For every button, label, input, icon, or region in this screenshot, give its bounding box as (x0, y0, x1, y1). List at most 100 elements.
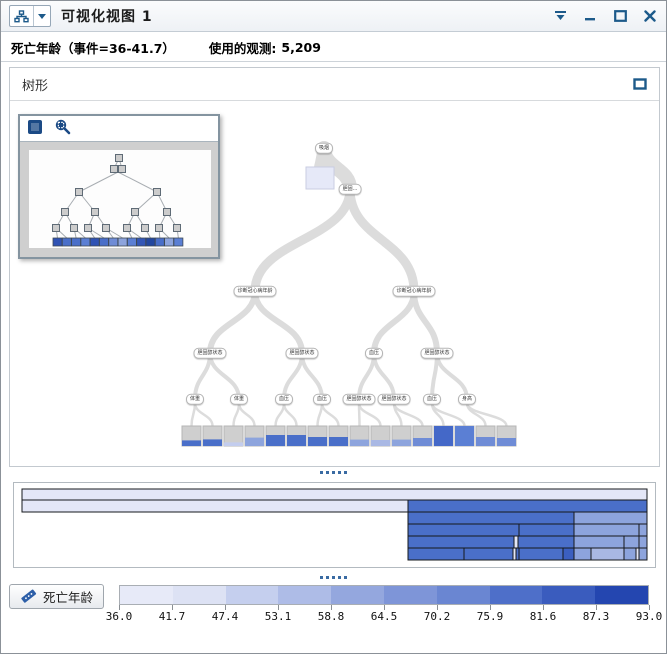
tree-leaf-fill (476, 437, 495, 446)
mini-leaf (174, 238, 183, 246)
tree-leaf-fill (329, 437, 348, 446)
zoom-selection-icon[interactable] (53, 118, 71, 139)
icicle-segment[interactable] (464, 548, 513, 560)
icicle-plot (14, 483, 655, 567)
icicle-segment[interactable] (519, 548, 563, 560)
tree-link (195, 353, 210, 399)
tree-leaf-node[interactable] (306, 167, 334, 189)
icicle-segment[interactable] (519, 524, 574, 536)
tree-node[interactable]: 胆固醇状态 (342, 394, 375, 405)
tree-link (414, 291, 437, 353)
tree-link (374, 353, 394, 399)
tree-node[interactable]: 血压 (365, 348, 383, 359)
tree-node[interactable]: 胆固醇状态 (377, 394, 410, 405)
maximize-icon[interactable] (612, 8, 628, 24)
mini-leaf (109, 238, 118, 246)
icicle-segment[interactable] (22, 489, 647, 500)
tree-node[interactable]: 诊断冠心病年龄 (392, 286, 435, 297)
tree-link (284, 403, 297, 426)
legend-color-segment (173, 586, 226, 604)
tree-link (359, 353, 374, 399)
legend-tick-label: 47.4 (212, 610, 239, 623)
chevron-down-icon[interactable] (34, 12, 50, 21)
tree-node[interactable]: 诊断冠心病年龄 (233, 286, 276, 297)
tree-leaf-fill (434, 426, 453, 446)
tree-node[interactable]: 胆固醇状态 (285, 348, 318, 359)
tree-link (239, 403, 255, 426)
panel-menu-icon[interactable] (552, 8, 568, 24)
overview-thumbnail[interactable] (29, 150, 211, 248)
icicle-segment[interactable] (591, 548, 624, 560)
tree-node[interactable]: 胆固醇状态 (193, 348, 226, 359)
tree-node[interactable]: 胆固... (339, 184, 362, 195)
tree-link (210, 291, 255, 353)
legend-color-segment (226, 586, 279, 604)
tree-leaf-fill (266, 435, 285, 446)
tree-node[interactable]: 血压 (423, 394, 441, 405)
icicle-segment[interactable] (624, 536, 639, 548)
minimize-icon[interactable] (582, 8, 598, 24)
icicle-segment[interactable] (639, 536, 647, 548)
mini-leaf (137, 238, 146, 246)
tree-node[interactable]: 体重 (230, 394, 248, 405)
mini-leaf (53, 238, 62, 246)
splitter-handle[interactable] (1, 468, 666, 477)
legend-tick-label: 70.2 (424, 610, 451, 623)
measure-field-label: 死亡年龄 (43, 587, 93, 606)
icicle-segment[interactable] (408, 536, 514, 548)
maximize-panel-icon[interactable] (632, 78, 647, 91)
observations-value: 5,209 (281, 40, 321, 55)
icicle-segment[interactable] (574, 548, 591, 560)
mini-leaf (165, 238, 174, 246)
icicle-segment[interactable] (408, 512, 574, 524)
tree-link (359, 403, 381, 426)
icicle-segment[interactable] (624, 548, 636, 560)
icicle-segment[interactable] (408, 524, 519, 536)
legend-color-segment (384, 586, 437, 604)
tree-node[interactable]: 体重 (186, 394, 204, 405)
mini-node (71, 225, 78, 232)
legend-tick-label: 93.0 (636, 610, 663, 623)
tree-leaf-fill (287, 435, 306, 446)
tree-node[interactable]: 胆固醇状态 (420, 348, 453, 359)
tree-link (255, 189, 350, 291)
measure-field-button[interactable]: 死亡年龄 (9, 584, 104, 609)
icicle-segment[interactable] (639, 548, 647, 560)
tree-leaf-fill (497, 438, 516, 446)
legend-color-segment (437, 586, 490, 604)
tree-link (255, 291, 302, 353)
icicle-segment[interactable] (22, 500, 408, 512)
icicle-segment[interactable] (574, 512, 647, 524)
mini-node (53, 225, 60, 232)
legend-tick-label: 36.0 (106, 610, 133, 623)
icicle-segment[interactable] (639, 524, 647, 536)
tree-canvas[interactable]: 吸烟胆固...诊断冠心病年龄诊断冠心病年龄胆固醇状态胆固醇状态血压胆固醇状态体重… (10, 101, 659, 466)
mini-link (118, 172, 157, 192)
legend-tick-label: 58.8 (318, 610, 345, 623)
icicle-segment[interactable] (574, 524, 639, 536)
close-icon[interactable] (642, 8, 658, 24)
tree-node[interactable]: 血压 (313, 394, 331, 405)
mini-leaf (90, 238, 99, 246)
ruler-icon (20, 588, 37, 606)
tree-link (195, 403, 213, 426)
mini-leaf (100, 238, 109, 246)
tree-leaf-fill (455, 426, 474, 446)
icicle-segment[interactable] (408, 548, 464, 560)
icicle-segment[interactable] (408, 500, 647, 512)
tree-node[interactable]: 吸烟 (315, 143, 333, 154)
fit-view-icon[interactable] (27, 119, 43, 139)
tree-leaf-fill (308, 437, 327, 446)
tree-node[interactable]: 身高 (458, 394, 476, 405)
chart-type-button[interactable] (9, 5, 51, 27)
mini-leaf (72, 238, 81, 246)
icicle-segment[interactable] (514, 536, 518, 548)
icicle-segment[interactable] (574, 536, 624, 548)
tree-node[interactable]: 血压 (275, 394, 293, 405)
tree-link (284, 353, 302, 399)
overview-inset[interactable] (18, 114, 220, 259)
icicle-segment[interactable] (518, 536, 574, 548)
tree-link (276, 403, 285, 426)
mini-node (103, 225, 110, 232)
icicle-segment[interactable] (563, 548, 574, 560)
